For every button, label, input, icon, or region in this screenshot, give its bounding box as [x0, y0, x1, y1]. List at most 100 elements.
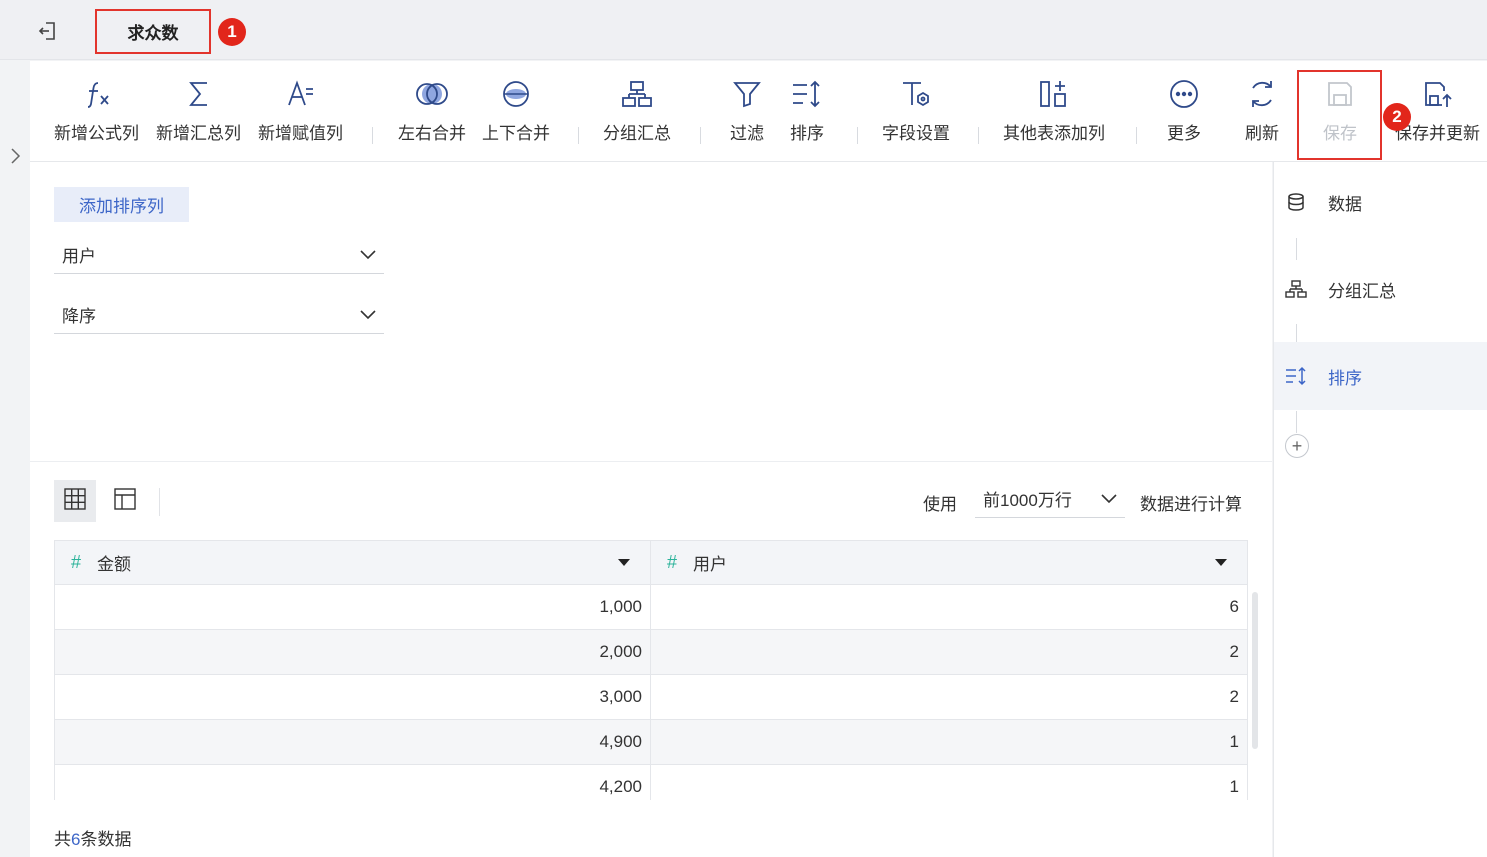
table-cell: 2,000: [55, 630, 651, 674]
toolbar-label: 左右合并: [398, 124, 466, 143]
toolbar-label: 其他表添加列: [1003, 124, 1105, 143]
caret-down-icon[interactable]: [1215, 559, 1227, 566]
table-row: 2,000 2: [54, 630, 1248, 675]
grid-icon: [64, 487, 86, 515]
footer-suffix: 条数据: [80, 830, 132, 849]
step-data[interactable]: 数据: [1274, 168, 1487, 236]
row-limit-select[interactable]: 前1000万行: [975, 480, 1125, 518]
annotation-badge-2: 2: [1383, 103, 1411, 131]
toolbar-label: 排序: [790, 124, 824, 143]
add-sort-column-button[interactable]: 添加排序列: [54, 187, 189, 222]
filter-button[interactable]: 过滤: [730, 77, 764, 153]
toolbar-label: 分组汇总: [603, 124, 671, 143]
sort-order-value: 降序: [62, 307, 96, 326]
field-settings-icon: [899, 77, 933, 111]
caret-down-icon[interactable]: [618, 559, 630, 566]
add-column-from-other-table-button[interactable]: 其他表添加列: [1003, 77, 1105, 153]
add-step-button[interactable]: +: [1285, 434, 1309, 458]
step-group-summary[interactable]: 分组汇总: [1274, 255, 1487, 323]
toolbar-separator: [857, 127, 858, 144]
toolbar-label: 过滤: [730, 124, 764, 143]
step-connector: [1296, 411, 1297, 433]
sort-icon: [790, 77, 824, 111]
table-cell: 6: [1229, 597, 1239, 616]
sort-column-value: 用户: [62, 247, 96, 266]
column-header-label: 用户: [693, 555, 728, 574]
group-icon: [620, 77, 654, 111]
group-icon: [1284, 277, 1308, 301]
table-view-button[interactable]: [54, 480, 96, 522]
union-icon: [499, 77, 533, 111]
left-collapse-strip: [0, 61, 30, 857]
toolbar-label: 新增赋值列: [258, 124, 343, 143]
chevron-down-icon: [360, 245, 376, 265]
step-label: 排序: [1328, 368, 1362, 388]
preview-table: # 金额 # 用户 1,000 6 2,000 2 3,000 2 4,900 …: [54, 540, 1248, 800]
footer-prefix: 共: [54, 830, 71, 849]
filter-icon: [730, 77, 764, 111]
toolbar-separator: [372, 127, 373, 144]
save-update-icon: [1421, 77, 1455, 111]
toolbar-label: 字段设置: [882, 124, 950, 143]
add-summary-column-button[interactable]: 新增汇总列: [156, 77, 241, 153]
table-cell: 1,000: [55, 585, 651, 629]
add-assign-column-button[interactable]: 新增赋值列: [258, 77, 343, 153]
column-header-user[interactable]: # 用户: [651, 541, 1247, 584]
table-cell: 1: [1229, 777, 1239, 796]
plus-icon: +: [1291, 436, 1303, 456]
table-row: 4,900 1: [54, 720, 1248, 765]
add-formula-column-button[interactable]: 新增公式列: [54, 77, 139, 153]
table-row: 3,000 2: [54, 675, 1248, 720]
toolbar-separator: [1136, 127, 1137, 144]
field-settings-button[interactable]: 字段设置: [882, 77, 950, 153]
toolbar-label: 刷新: [1245, 124, 1279, 143]
number-type-icon: #: [667, 552, 678, 572]
table-cell: 3,000: [55, 675, 651, 719]
layout-icon: [114, 487, 136, 515]
table-cell: 4,900: [55, 720, 651, 764]
table-cell: 4,200: [55, 765, 651, 800]
more-icon: [1167, 77, 1201, 111]
sort-column-select[interactable]: 用户: [54, 236, 384, 274]
table-cell: 2: [1229, 642, 1239, 661]
save-highlight-box: [1297, 70, 1382, 160]
section-divider: [30, 461, 1272, 462]
step-sort[interactable]: 排序: [1274, 342, 1487, 410]
chevron-right-icon[interactable]: [8, 147, 22, 165]
union-button[interactable]: 上下合并: [482, 77, 550, 153]
assign-icon: [284, 77, 318, 111]
layout-view-button[interactable]: [104, 480, 146, 522]
more-button[interactable]: 更多: [1167, 77, 1201, 153]
refresh-button[interactable]: 刷新: [1245, 77, 1279, 153]
page-title: 求众数: [95, 9, 211, 54]
sigma-icon: [182, 77, 216, 111]
column-header-amount[interactable]: # 金额: [55, 541, 651, 584]
toolbar-separator: [700, 127, 701, 144]
sort-order-select[interactable]: 降序: [54, 296, 384, 334]
table-row: 1,000 6: [54, 585, 1248, 630]
group-summary-button[interactable]: 分组汇总: [603, 77, 671, 153]
exit-icon[interactable]: [36, 19, 60, 43]
table-header: # 金额 # 用户: [54, 540, 1248, 585]
join-button[interactable]: 左右合并: [398, 77, 466, 153]
row-count-footer: 共6条数据: [54, 825, 131, 850]
table-scrollbar[interactable]: [1252, 592, 1258, 749]
sort-button[interactable]: 排序: [790, 77, 824, 153]
main-panel: 添加排序列 用户 降序 使用 前1000万行 数据进行计算 # 金额 # 用户 …: [30, 162, 1272, 857]
table-row: 4,200 1: [54, 765, 1248, 800]
database-icon: [1284, 190, 1308, 214]
chevron-down-icon: [360, 305, 376, 325]
chevron-down-icon: [1101, 489, 1117, 509]
step-label: 数据: [1328, 194, 1362, 214]
toolbar-separator: [578, 127, 579, 144]
annotation-badge-1: 1: [218, 18, 246, 46]
steps-panel: 数据 分组汇总 排序 +: [1273, 162, 1487, 857]
calc-label: 数据进行计算: [1140, 495, 1242, 514]
toolbar-label: 新增公式列: [54, 124, 139, 143]
use-label: 使用: [923, 495, 957, 514]
toolbar-label: 更多: [1167, 124, 1201, 143]
step-label: 分组汇总: [1328, 281, 1396, 301]
sort-icon: [1284, 364, 1308, 388]
top-bar: 求众数 1: [0, 0, 1487, 60]
number-type-icon: #: [71, 552, 82, 572]
